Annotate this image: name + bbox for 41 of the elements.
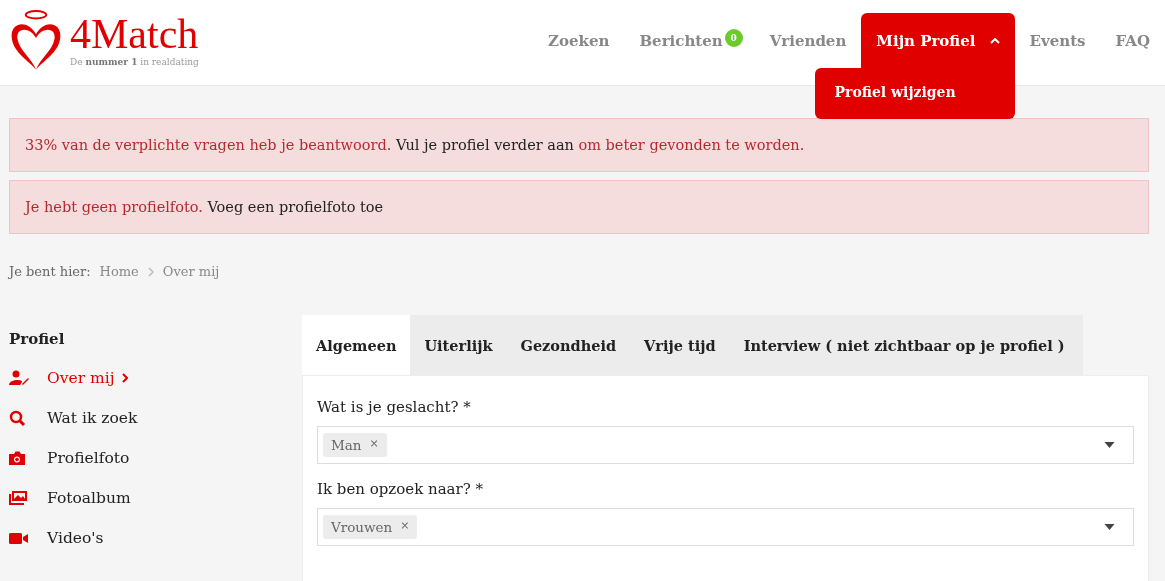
remove-tag-button[interactable]: × xyxy=(369,437,379,453)
breadcrumb-prefix: Je bent hier: xyxy=(9,264,91,279)
tab[interactable]: Vrije tijd xyxy=(630,315,730,375)
sidebar-title: Profiel xyxy=(9,330,66,348)
nav-link[interactable]: Vrienden xyxy=(754,13,862,68)
nav-link[interactable]: Mijn Profiel xyxy=(861,13,1015,68)
sidebar-item[interactable]: Profielfoto xyxy=(9,438,302,478)
nav-link[interactable]: Berichten xyxy=(624,13,725,68)
dropdown-item[interactable]: Profiel wijzigen xyxy=(834,84,956,100)
field-label: Ik ben opzoek naar? * xyxy=(317,480,485,498)
selected-tag: Vrouwen × xyxy=(323,515,418,539)
message-count-badge: 0 xyxy=(724,29,743,47)
nav-link[interactable]: Zoeken xyxy=(533,13,625,68)
chevron-icon xyxy=(122,373,129,383)
chevron-icon xyxy=(147,266,154,277)
select-field[interactable]: Man × xyxy=(317,426,1134,464)
images-icon xyxy=(9,490,29,506)
selected-tag: Man × xyxy=(323,433,387,457)
nav-link[interactable]: FAQ xyxy=(1100,13,1165,68)
tab[interactable]: Interview ( niet zichtbaar op je profiel ) xyxy=(729,315,1079,375)
sidebar-item[interactable]: Fotoalbum xyxy=(9,478,302,518)
sidebar-item[interactable]: Over mij xyxy=(9,358,302,398)
alert-message: 33% van de verplichte vragen heb je beantwoord. Vul je profiel verder aan om beter gevonden te worden. xyxy=(9,118,1149,172)
logo-wordmark[interactable]: 4Match xyxy=(70,11,199,56)
field-label: Wat is je geslacht? * xyxy=(317,398,472,416)
select-field[interactable]: Vrouwen × xyxy=(317,508,1134,546)
nav-link[interactable]: Events xyxy=(1014,13,1101,68)
dropdown-arrow-icon xyxy=(1104,524,1115,530)
tab[interactable]: Gezondheid xyxy=(506,315,631,375)
user-pencil-icon xyxy=(9,370,29,386)
logo-tagline: De nummer 1 in realdating xyxy=(70,56,199,67)
remove-tag-button[interactable]: × xyxy=(400,519,410,535)
breadcrumb-link[interactable]: Over mij xyxy=(162,264,220,279)
alert-message: Je hebt geen profielfoto. Voeg een profielfoto toe xyxy=(9,180,1149,234)
sidebar-item[interactable]: Wat ik zoek xyxy=(9,398,302,438)
breadcrumb-link[interactable]: Home xyxy=(99,264,139,279)
tab[interactable]: Uiterlijk xyxy=(410,315,507,375)
dropdown-arrow-icon xyxy=(1104,442,1115,448)
video-camera-icon xyxy=(9,530,29,546)
sidebar-item[interactable]: Video's xyxy=(9,518,302,558)
tab[interactable]: Algemeen xyxy=(302,315,411,375)
